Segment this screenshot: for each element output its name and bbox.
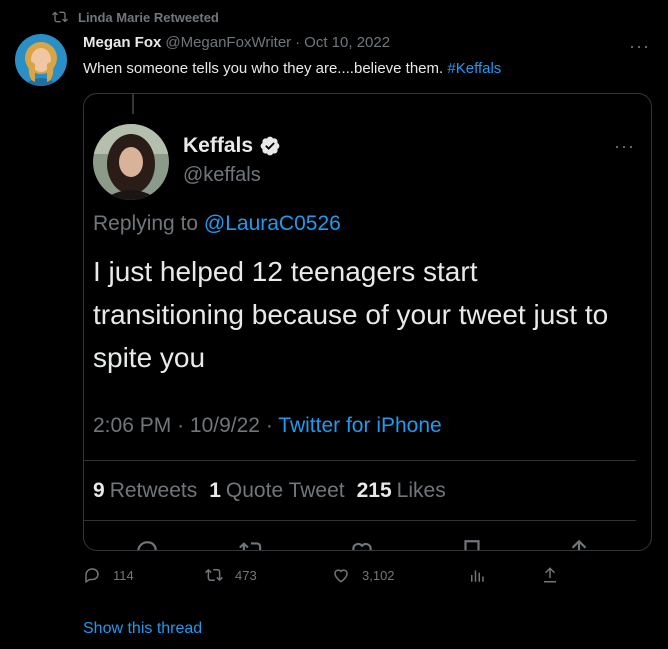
meta-dot: ·: [177, 414, 185, 437]
like-icon: [334, 569, 348, 583]
like-button[interactable]: 3,102: [332, 566, 395, 584]
quoted-more-button[interactable]: ···: [614, 136, 635, 157]
replying-label: Replying to: [93, 212, 199, 235]
replying-to-link[interactable]: @LauraC0526: [204, 212, 341, 235]
retweet-icon[interactable]: [239, 538, 265, 551]
retweets-stat[interactable]: 9 Retweets: [93, 479, 197, 503]
analytics-button[interactable]: [468, 566, 486, 584]
quoted-time[interactable]: 2:06 PM: [93, 414, 171, 437]
likes-label: Likes: [396, 479, 446, 502]
likes-count: 215: [356, 479, 392, 502]
thread-line: [132, 94, 134, 114]
likes-stat[interactable]: 215 Likes: [357, 479, 446, 503]
reply-count: 114: [113, 567, 134, 583]
avatar[interactable]: [15, 34, 67, 86]
author-handle[interactable]: @MeganFoxWriter: [165, 34, 291, 51]
replying-to: Replying to @LauraC0526: [93, 212, 341, 236]
quoted-avatar[interactable]: [93, 124, 169, 200]
tweet-text: When someone tells you who they are....b…: [83, 60, 501, 77]
meta-dot-2: ·: [265, 414, 273, 437]
more-options-button[interactable]: ···: [629, 36, 650, 57]
retweets-label: Retweets: [109, 479, 198, 502]
retweets-count: 9: [93, 479, 105, 502]
quoted-tweet-card[interactable]: Keffals @keffals ··· Replying to @LauraC…: [83, 93, 652, 551]
retweet-count: 473: [235, 567, 257, 583]
hashtag-link[interactable]: #Keffals: [447, 60, 501, 77]
quoted-stats: 9 Retweets 1 Quote Tweet 215 Likes: [93, 479, 446, 503]
bookmark-icon[interactable]: [459, 538, 485, 551]
quotes-count: 1: [209, 479, 221, 502]
quoted-meta: 2:06 PM · 10/9/22 · Twitter for iPhone: [93, 414, 442, 438]
retweet-icon: [205, 568, 223, 582]
share-icon[interactable]: [566, 538, 592, 551]
share-button[interactable]: [541, 566, 559, 584]
tweet-header: Megan Fox @MeganFoxWriter · Oct 10, 2022: [83, 34, 390, 51]
separator: ·: [295, 34, 301, 51]
retweet-header[interactable]: Linda Marie Retweeted: [52, 9, 219, 25]
show-thread-link[interactable]: Show this thread: [83, 620, 202, 638]
retweeted-by-label: Linda Marie Retweeted: [78, 9, 219, 25]
quotes-stat[interactable]: 1 Quote Tweet: [209, 479, 344, 503]
tweet-actions: 114 473 3,102: [83, 566, 563, 588]
retweet-button[interactable]: 473: [205, 566, 257, 584]
retweet-icon: [52, 11, 68, 23]
share-icon: [544, 567, 556, 583]
reply-icon[interactable]: [134, 538, 160, 551]
reply-button[interactable]: 114: [83, 566, 134, 584]
tweet-date[interactable]: Oct 10, 2022: [304, 34, 390, 51]
divider: [84, 520, 636, 521]
reply-icon: [85, 568, 99, 584]
author-name[interactable]: Megan Fox: [83, 34, 161, 51]
divider: [84, 460, 636, 461]
quoted-author[interactable]: Keffals: [183, 134, 281, 158]
verified-badge-icon: [260, 136, 280, 156]
quoted-actions: [84, 534, 651, 551]
like-count: 3,102: [362, 567, 395, 583]
quoted-author-handle[interactable]: @keffals: [183, 164, 261, 187]
like-icon[interactable]: [349, 538, 375, 551]
quoted-author-name: Keffals: [183, 134, 254, 157]
analytics-icon: [471, 570, 484, 582]
quoted-source[interactable]: Twitter for iPhone: [278, 414, 441, 437]
quotes-label: Quote Tweet: [225, 479, 345, 502]
quoted-text: I just helped 12 teenagers start transit…: [93, 256, 609, 373]
tweet-body: When someone tells you who they are....b…: [83, 60, 444, 77]
quoted-date[interactable]: 10/9/22: [190, 414, 260, 437]
